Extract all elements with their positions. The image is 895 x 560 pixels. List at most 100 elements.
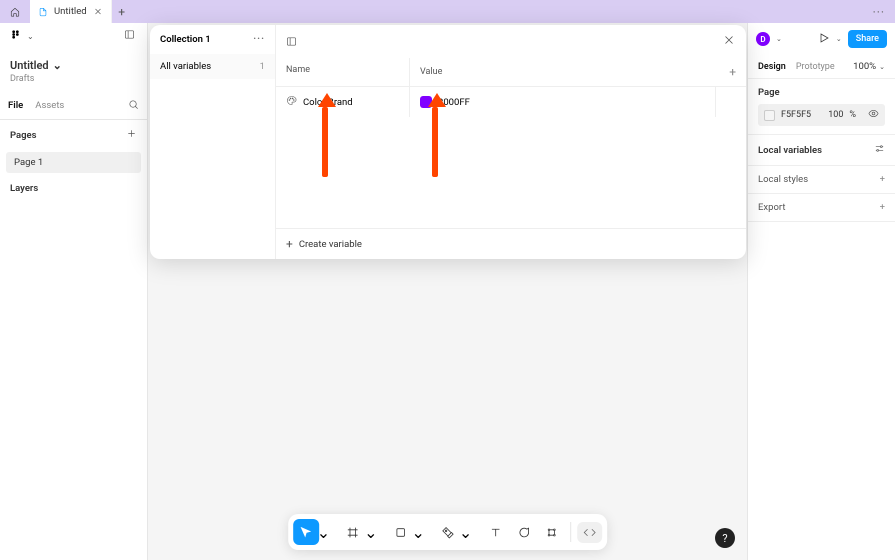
create-variable-button[interactable]: + Create variable <box>276 228 746 259</box>
share-button[interactable]: Share <box>848 30 887 48</box>
page-background-color[interactable]: F5F5F5 100 % <box>758 104 885 126</box>
zoom-control[interactable]: 100% ⌄ <box>853 61 885 72</box>
page-color-swatch[interactable] <box>764 110 775 121</box>
plus-icon <box>126 128 137 139</box>
close-icon <box>722 33 736 47</box>
rectangle-icon <box>394 526 407 539</box>
document-menu-chevron[interactable]: ⌄ <box>53 59 62 72</box>
toggle-left-panel-button[interactable] <box>124 29 135 43</box>
page-color-hex: F5F5F5 <box>781 110 811 120</box>
add-style-button[interactable]: + <box>880 174 885 185</box>
frame-icon <box>347 526 360 539</box>
move-tool[interactable] <box>293 519 319 545</box>
text-tool[interactable] <box>482 519 508 545</box>
local-styles-label: Local styles <box>758 174 808 185</box>
design-tab[interactable]: Design <box>758 62 786 72</box>
help-button[interactable]: ? <box>715 528 735 548</box>
palette-icon <box>286 95 297 106</box>
variable-group-label: All variables <box>160 61 211 72</box>
page-section-title: Page <box>758 87 885 98</box>
left-panel: ⌄ Untitled ⌄ Drafts File Assets Pages Pa… <box>0 23 148 560</box>
export-row[interactable]: Export + <box>748 194 895 222</box>
toggle-sidebar-button[interactable] <box>286 32 297 51</box>
close-panel-button[interactable] <box>722 33 736 50</box>
document-location[interactable]: Drafts <box>0 74 147 92</box>
move-tool-chevron[interactable]: ⌄ <box>317 523 330 542</box>
page-item[interactable]: Page 1 <box>6 152 141 173</box>
sparkle-icon <box>545 526 558 539</box>
add-mode-button[interactable]: + <box>729 65 736 79</box>
cursor-icon <box>299 526 312 539</box>
sidebar-icon <box>124 29 135 40</box>
variable-type-icon <box>286 95 297 109</box>
present-button[interactable] <box>818 32 830 47</box>
dev-mode-toggle[interactable] <box>577 522 602 543</box>
home-button[interactable] <box>0 0 30 23</box>
left-tab-file[interactable]: File <box>8 96 23 115</box>
variables-panel: Collection 1 ··· All variables 1 <box>150 25 746 259</box>
search-icon <box>128 99 139 110</box>
home-icon <box>10 7 20 17</box>
collection-menu-button[interactable]: ··· <box>253 34 265 45</box>
zoom-value: 100% <box>853 61 876 72</box>
local-variables-label: Local variables <box>758 145 822 156</box>
tab-title: Untitled <box>54 6 87 17</box>
prototype-tab[interactable]: Prototype <box>796 62 835 72</box>
export-label: Export <box>758 202 785 213</box>
plus-icon: + <box>286 237 293 251</box>
layers-section-title: Layers <box>10 183 38 194</box>
text-icon <box>489 526 502 539</box>
present-menu-chevron[interactable]: ⌄ <box>836 35 842 43</box>
frame-tool-chevron[interactable]: ⌄ <box>364 523 377 542</box>
eye-icon <box>868 108 879 119</box>
comment-tool[interactable] <box>510 519 536 545</box>
user-avatar[interactable]: D <box>756 32 770 46</box>
canvas[interactable]: Collection 1 ··· All variables 1 <box>148 23 747 560</box>
main-menu-chevron[interactable]: ⌄ <box>27 32 34 41</box>
pen-tool[interactable] <box>435 519 461 545</box>
shape-tool[interactable] <box>388 519 414 545</box>
bottom-toolbar: ⌄ ⌄ ⌄ ⌄ <box>288 514 608 550</box>
frame-tool[interactable] <box>340 519 366 545</box>
opacity-unit: % <box>849 110 856 120</box>
create-variable-label: Create variable <box>299 239 362 250</box>
variable-row[interactable]: Color Brand 8000FF <box>276 87 746 117</box>
new-tab-button[interactable]: + <box>112 5 132 19</box>
pen-icon <box>441 526 454 539</box>
close-icon <box>93 6 103 17</box>
column-header-value: Value <box>420 67 442 77</box>
user-menu-chevron[interactable]: ⌄ <box>776 35 782 43</box>
tab-bar: Untitled + ··· <box>0 0 895 23</box>
app-menu-button[interactable]: ··· <box>863 5 895 19</box>
tab-close-button[interactable] <box>93 7 103 17</box>
toggle-visibility-button[interactable] <box>868 108 879 122</box>
document-title[interactable]: Untitled <box>10 59 49 72</box>
page-color-opacity: 100 <box>828 110 843 120</box>
annotation-arrow <box>318 93 332 177</box>
annotation-arrow <box>428 93 442 177</box>
sidebar-icon <box>286 36 297 47</box>
open-variables-button[interactable] <box>874 143 885 157</box>
right-panel: D ⌄ ⌄ Share Design Prototype 100% ⌄ Page… <box>747 23 895 560</box>
help-icon: ? <box>722 532 727 545</box>
left-tab-assets[interactable]: Assets <box>35 96 64 115</box>
figma-file-icon <box>38 7 48 17</box>
local-styles-row[interactable]: Local styles + <box>748 166 895 194</box>
shape-tool-chevron[interactable]: ⌄ <box>412 523 425 542</box>
pen-tool-chevron[interactable]: ⌄ <box>459 523 472 542</box>
variable-group-count: 1 <box>260 61 265 72</box>
actions-tool[interactable] <box>538 519 564 545</box>
add-export-button[interactable]: + <box>880 202 885 213</box>
pages-section-title: Pages <box>10 130 37 141</box>
code-icon <box>583 526 596 539</box>
sliders-icon <box>874 143 885 154</box>
add-page-button[interactable] <box>126 128 137 142</box>
file-tab[interactable]: Untitled <box>30 0 112 23</box>
search-button[interactable] <box>128 99 139 113</box>
column-header-name: Name <box>276 58 410 86</box>
figma-logo-icon <box>10 29 21 40</box>
main-menu-button[interactable] <box>10 29 21 43</box>
variable-group-all[interactable]: All variables 1 <box>150 54 275 79</box>
collection-name[interactable]: Collection 1 <box>160 34 211 45</box>
comment-icon <box>517 526 530 539</box>
